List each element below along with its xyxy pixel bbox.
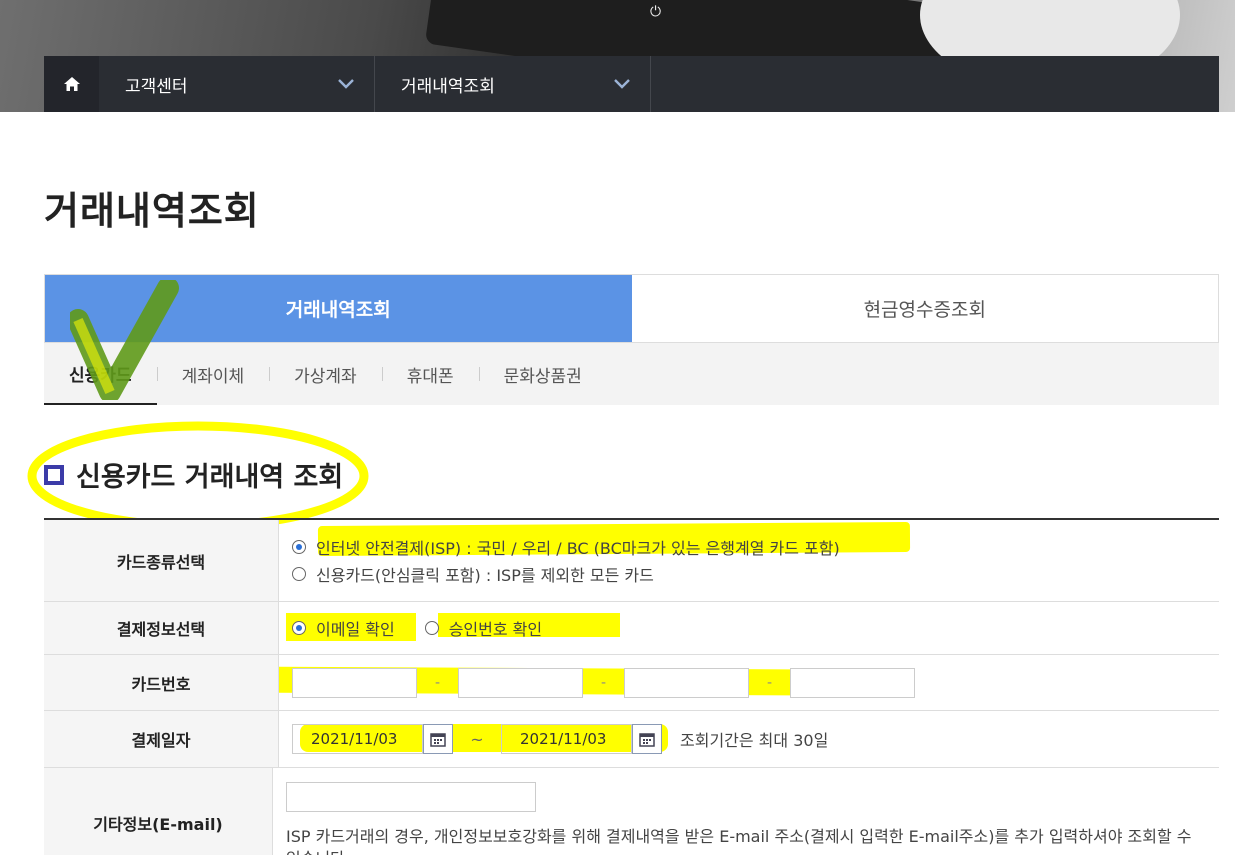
nav-dropdown-customer-center[interactable]: 고객센터 xyxy=(99,56,375,112)
subtab-virtual-account[interactable]: 가상계좌 xyxy=(269,343,382,405)
radio-approval-number-label: 승인번호 확인 xyxy=(448,620,543,639)
tab-cash-receipt[interactable]: 현금영수증조회 xyxy=(631,275,1218,342)
square-bullet-icon xyxy=(44,464,64,485)
date-to-input[interactable]: 2021/11/03 xyxy=(501,724,632,754)
form-row-extra-info: 기타정보(E-mail) ISP 카드거래의 경우, 개인정보보호강화를 위해 … xyxy=(44,768,1219,855)
date-from-input[interactable]: 2021/11/03 xyxy=(292,724,423,754)
radio-isp-label: 인터넷 안전결제(ISP) : 국민 / 우리 / BC (BC마크가 있는 은… xyxy=(316,539,840,558)
sub-tabs: 신용카드 계좌이체 가상계좌 휴대폰 문화상품권 xyxy=(44,343,1219,405)
radio-email-confirm[interactable] xyxy=(292,621,306,635)
calendar-to-button[interactable] xyxy=(632,724,662,754)
form-row-payment-info: 결제정보선택 이메일 확인 승인번호 확인 xyxy=(44,602,1219,655)
radio-credit-card[interactable] xyxy=(292,567,306,581)
form-row-payment-date: 결제일자 2021/11/03 ~ 2021/11/03 조회기간은 최대 30… xyxy=(44,711,1219,768)
form-row-card-type: 카드종류선택 인터넷 안전결제(ISP) : 국민 / 우리 / BC (BC마… xyxy=(44,520,1219,602)
separator: - xyxy=(766,674,773,691)
field-label: 결제정보선택 xyxy=(44,602,279,654)
form-row-card-number: 카드번호 - - - xyxy=(44,655,1219,711)
radio-email-confirm-label: 이메일 확인 xyxy=(316,620,395,639)
nav-dropdown-transaction[interactable]: 거래내역조회 xyxy=(375,56,651,112)
email-field[interactable] xyxy=(286,782,536,812)
field-label: 카드번호 xyxy=(44,655,279,710)
radio-isp[interactable] xyxy=(292,540,306,554)
nav-dropdown-label: 고객센터 xyxy=(125,76,188,97)
location-nav: 고객센터 거래내역조회 xyxy=(44,56,1219,112)
nav-dropdown-label: 거래내역조회 xyxy=(401,76,495,97)
card-number-input-2[interactable] xyxy=(458,667,583,698)
inquiry-form: 카드종류선택 인터넷 안전결제(ISP) : 국민 / 우리 / BC (BC마… xyxy=(44,518,1219,855)
power-icon: ⏻ xyxy=(650,4,662,20)
period-note: 조회기간은 최대 30일 xyxy=(680,731,829,750)
separator: - xyxy=(434,674,441,691)
subtab-account-transfer[interactable]: 계좌이체 xyxy=(156,343,270,405)
date-range-separator: ~ xyxy=(470,729,484,749)
chevron-down-icon xyxy=(338,79,354,89)
help-text: ISP 카드거래의 경우, 개인정보보호강화를 위해 결제내역을 받은 E-ma… xyxy=(286,827,1192,855)
separator: - xyxy=(600,674,607,691)
calendar-icon xyxy=(430,732,446,747)
field-label: 카드종류선택 xyxy=(44,520,279,601)
section-title-text: 신용카드 거래내역 조회 xyxy=(76,462,344,493)
home-icon xyxy=(63,77,80,91)
calendar-from-button[interactable] xyxy=(423,724,453,754)
calendar-icon xyxy=(639,732,655,747)
main-tabs: 거래내역조회 현금영수증조회 xyxy=(44,274,1219,343)
home-button[interactable] xyxy=(44,56,99,112)
field-label: 기타정보(E-mail) xyxy=(44,768,273,855)
field-label: 결제일자 xyxy=(44,711,279,767)
subtab-mobile[interactable]: 휴대폰 xyxy=(381,343,479,405)
radio-credit-card-label: 신용카드(안심클릭 포함) : ISP를 제외한 모든 카드 xyxy=(316,566,654,585)
tab-transaction-inquiry[interactable]: 거래내역조회 xyxy=(45,275,632,342)
subtab-gift-card[interactable]: 문화상품권 xyxy=(478,343,607,405)
section-title: 신용카드 거래내역 조회 xyxy=(44,455,343,494)
chevron-down-icon xyxy=(614,79,630,89)
radio-approval-number[interactable] xyxy=(424,621,439,635)
card-number-input-3[interactable] xyxy=(624,667,749,698)
subtab-credit-card[interactable]: 신용카드 xyxy=(44,343,157,405)
card-number-input-1[interactable] xyxy=(292,667,417,698)
card-number-input-4[interactable] xyxy=(790,667,915,698)
page-title: 거래내역조회 xyxy=(44,189,260,233)
